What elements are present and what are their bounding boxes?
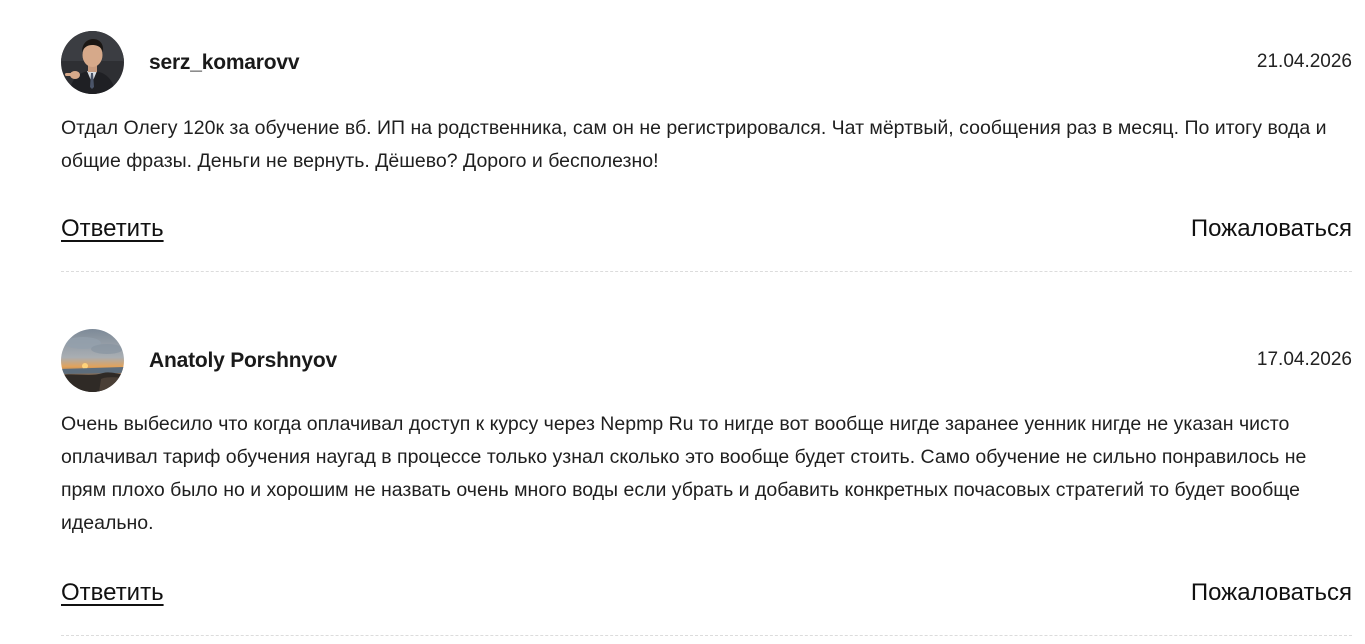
comment-divider xyxy=(61,271,1352,272)
comment-header: Anatoly Porshnyov 17.04.2026 xyxy=(61,329,1352,393)
comment-actions: Ответить Пожаловаться xyxy=(61,579,1352,615)
reply-link[interactable]: Ответить xyxy=(61,215,164,243)
comment-date: 17.04.2026 xyxy=(1256,349,1352,370)
comment-author: Anatoly Porshnyov xyxy=(149,349,337,372)
comment-item: Anatoly Porshnyov 17.04.2026 Очень выбес… xyxy=(61,329,1352,636)
report-link[interactable]: Пожаловаться xyxy=(1191,579,1352,607)
comment-author: serz_komarovv xyxy=(149,51,300,74)
sunset-landscape-icon xyxy=(61,329,124,392)
comment-text: Очень выбесило что когда оплачивал досту… xyxy=(61,413,1307,534)
user-avatar[interactable] xyxy=(61,329,124,392)
comment-item: serz_komarovv 21.04.2026 Отдал Олегу 120… xyxy=(61,31,1352,272)
report-link[interactable]: Пожаловаться xyxy=(1191,215,1352,243)
user-avatar[interactable] xyxy=(61,31,124,94)
reply-link[interactable]: Ответить xyxy=(61,579,164,607)
comment-actions: Ответить Пожаловаться xyxy=(61,215,1352,251)
comment-header: serz_komarovv 21.04.2026 xyxy=(61,31,1352,95)
person-photo-icon xyxy=(61,31,124,94)
comment-text: Отдал Олегу 120к за обучение вб. ИП на р… xyxy=(61,117,1327,172)
comment-divider xyxy=(61,635,1352,636)
comment-date: 21.04.2026 xyxy=(1256,51,1352,72)
